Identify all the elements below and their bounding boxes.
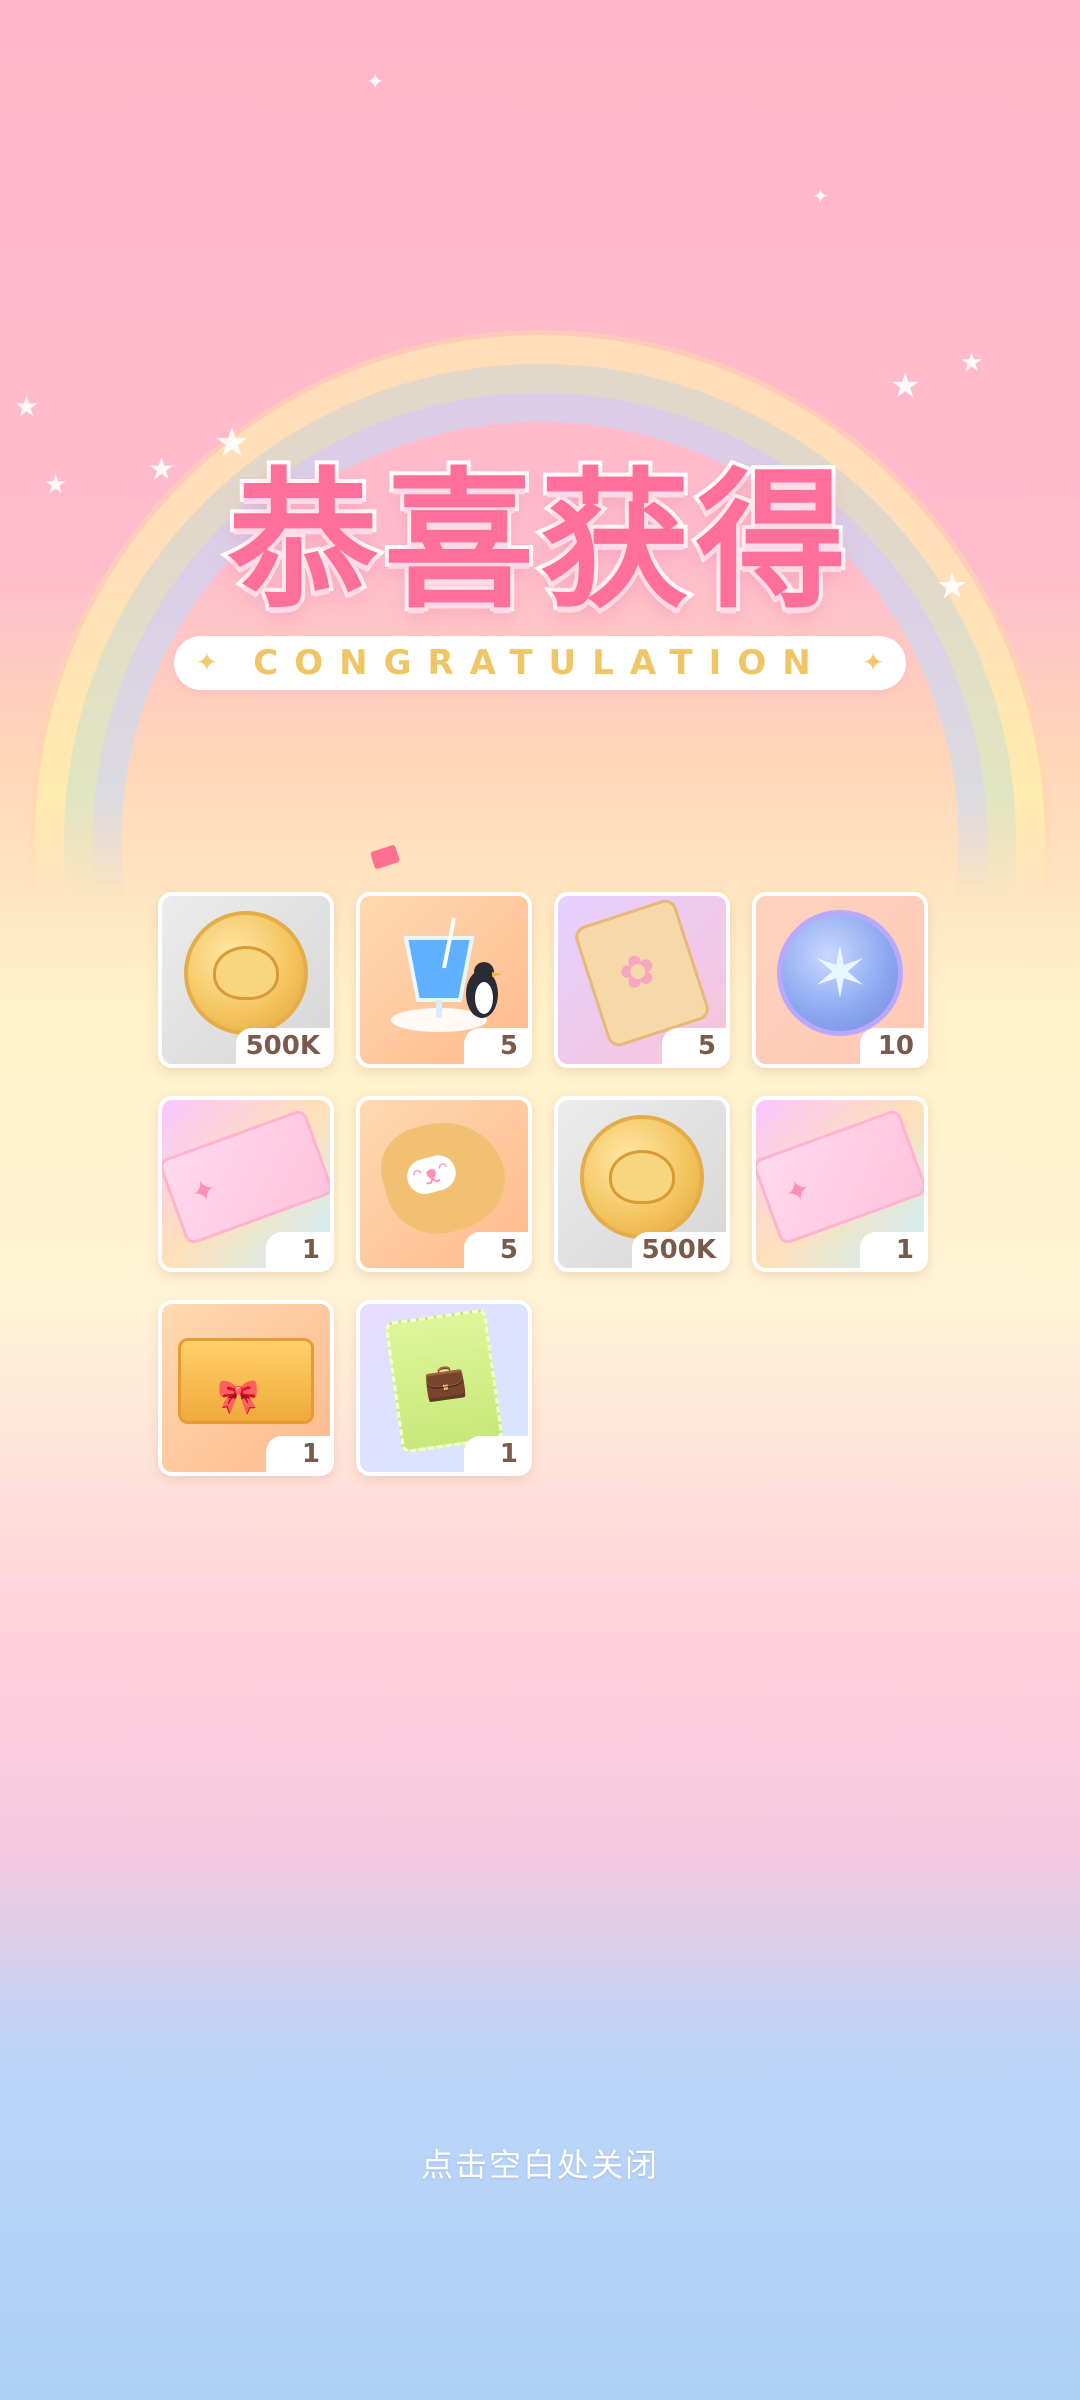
- sparkle-icon: ✦: [862, 648, 884, 678]
- pink-ticket-icon: [162, 1108, 330, 1247]
- reward-item[interactable]: 1: [158, 1096, 334, 1272]
- reward-quantity: 1: [860, 1232, 924, 1268]
- reward-item[interactable]: 5: [356, 1096, 532, 1272]
- subtitle-text: CONGRATULATION: [253, 643, 827, 683]
- sparkle-icon: ★: [890, 366, 921, 406]
- title-area: 恭喜获得: [0, 420, 1080, 637]
- pink-ticket-icon: [756, 1108, 924, 1247]
- koala-coin-icon: [184, 911, 308, 1036]
- reward-item[interactable]: ✶ 10: [752, 892, 928, 1068]
- reward-grid: 500K 5 5 ✶ 10 1 5 500K 1: [158, 892, 930, 1476]
- sparkle-icon: ✦: [196, 648, 218, 678]
- reward-item[interactable]: 5: [554, 892, 730, 1068]
- reward-item[interactable]: 1: [356, 1300, 532, 1476]
- page-title: 恭喜获得: [224, 451, 852, 633]
- compass-medal-icon: ✶: [777, 910, 903, 1037]
- sparkle-icon: ★: [14, 390, 40, 423]
- reward-quantity: 500K: [631, 1232, 726, 1268]
- penguin-drink-icon: [391, 917, 502, 1033]
- reward-quantity: 10: [860, 1028, 924, 1064]
- bunny-pouch-icon: [371, 1108, 517, 1246]
- reward-quantity: 1: [266, 1436, 330, 1472]
- reward-quantity: 5: [662, 1028, 726, 1064]
- reward-item[interactable]: 1: [752, 1096, 928, 1272]
- reward-quantity: 1: [464, 1436, 528, 1472]
- sparkle-icon: ✦: [366, 70, 385, 95]
- reward-item[interactable]: 500K: [554, 1096, 730, 1272]
- sparkle-icon: ★: [960, 348, 984, 378]
- reward-quantity: 5: [464, 1028, 528, 1064]
- close-hint[interactable]: 点击空白处关闭: [0, 2140, 1080, 2186]
- reward-quantity: 5: [464, 1232, 528, 1268]
- reward-item[interactable]: 5: [356, 892, 532, 1068]
- reward-item[interactable]: 500K: [158, 892, 334, 1068]
- sparkle-icon: ✦: [812, 184, 829, 208]
- reward-item[interactable]: 1: [158, 1300, 334, 1476]
- reward-quantity: 500K: [235, 1028, 330, 1064]
- sakura-charm-icon: [572, 896, 712, 1050]
- reward-quantity: 1: [266, 1232, 330, 1268]
- gift-box-icon: [178, 1338, 314, 1425]
- green-voucher-icon: [384, 1308, 504, 1454]
- subtitle-banner: ✦ CONGRATULATION ✦: [174, 636, 906, 690]
- koala-coin-icon: [580, 1115, 704, 1240]
